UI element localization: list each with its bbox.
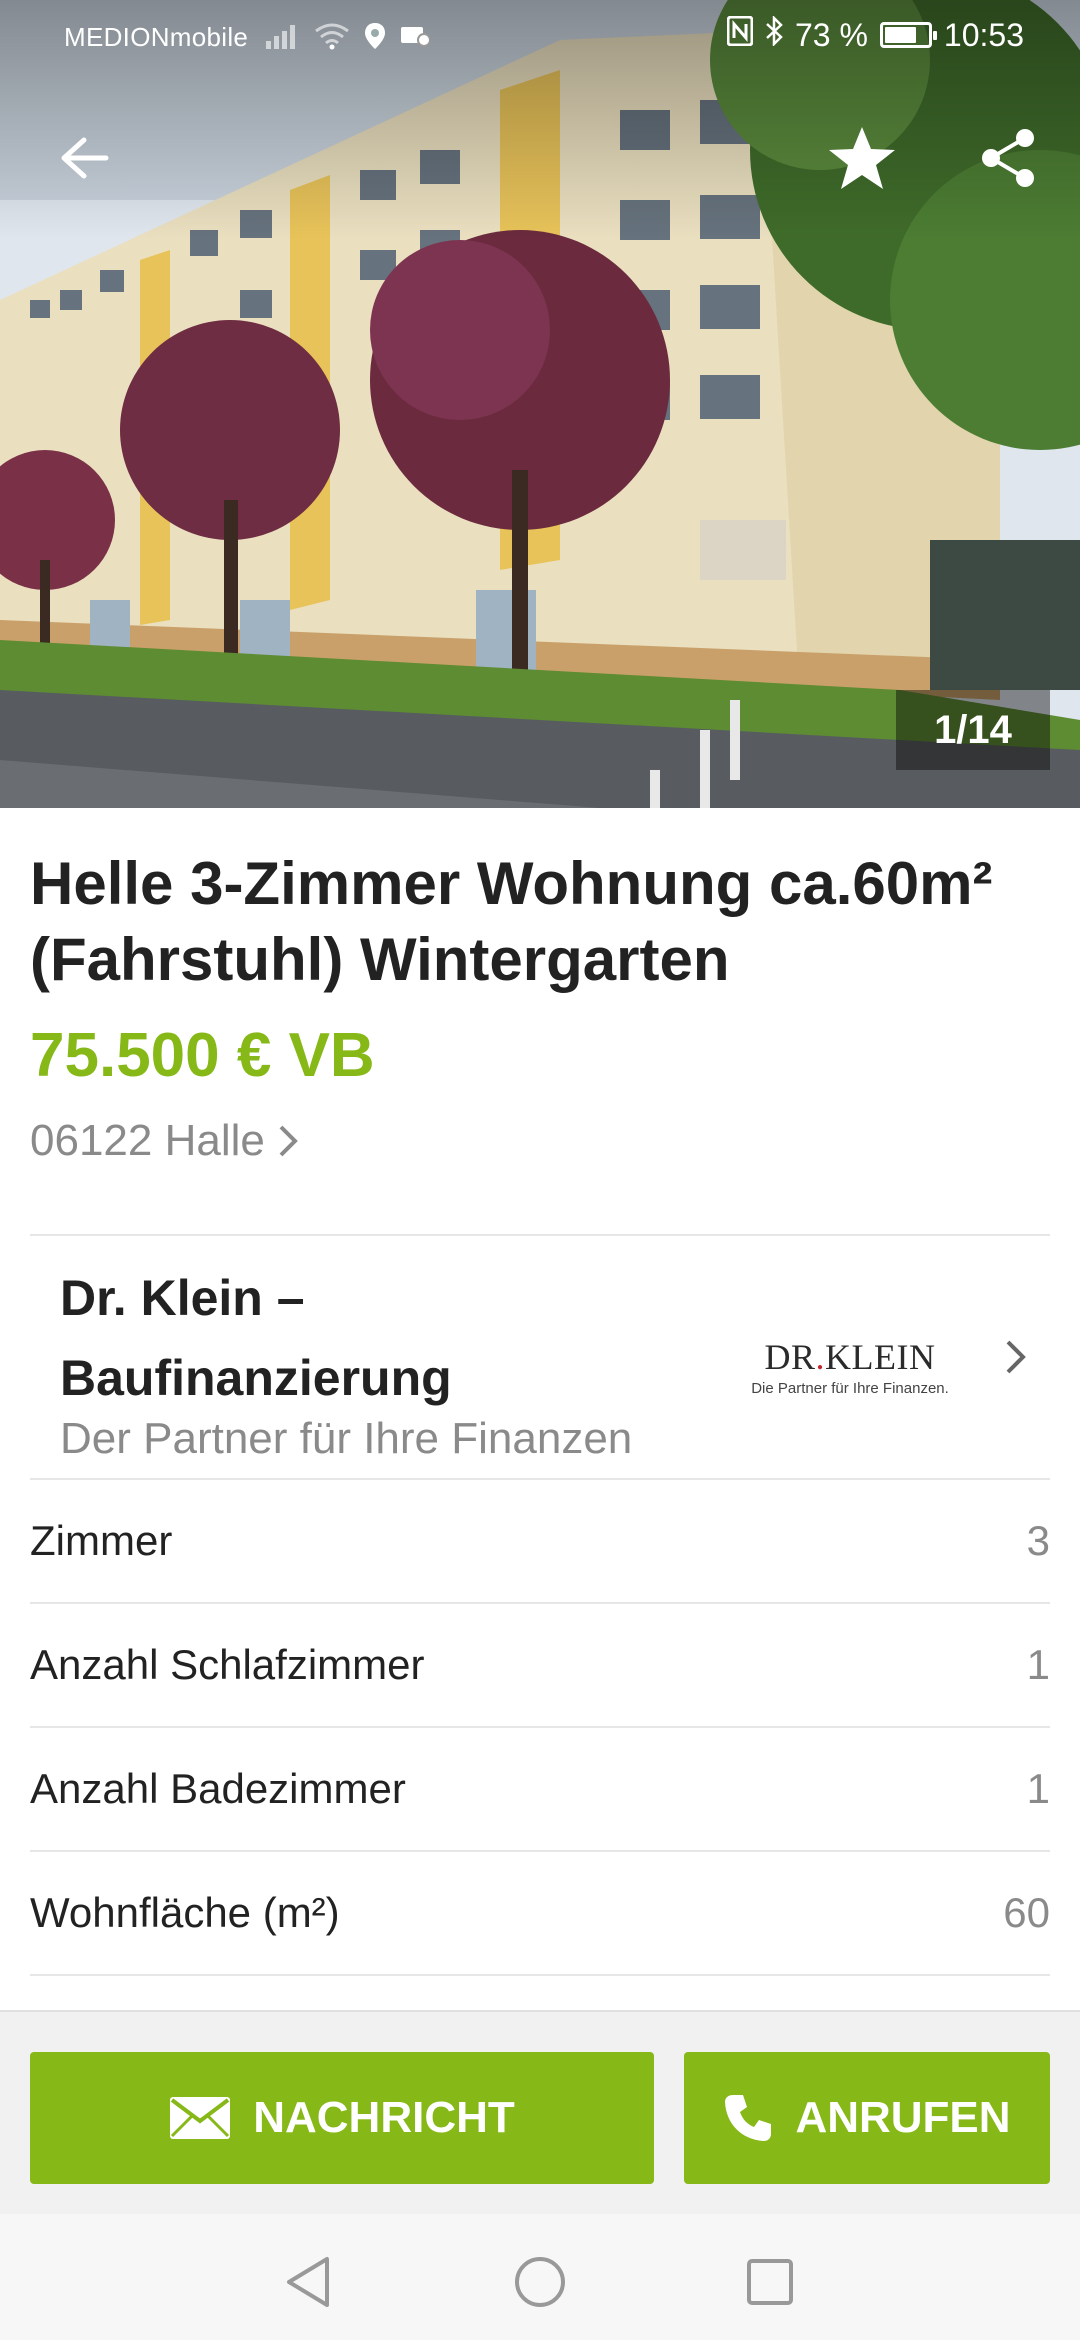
nav-recents-button[interactable] bbox=[730, 2242, 810, 2322]
ad-subtitle: Der Partner für Ihre Finanzen bbox=[60, 1414, 633, 1463]
attribute-label: Zimmer bbox=[30, 1517, 173, 1564]
sponsored-ad-dr-klein[interactable]: Dr. Klein – Baufinanzierung Der Partner … bbox=[30, 1236, 1050, 1480]
call-button-label: ANRUFEN bbox=[795, 2093, 1011, 2142]
ad-title: Dr. Klein – Baufinanzierung bbox=[60, 1270, 452, 1406]
nfc-icon bbox=[726, 15, 754, 54]
signal-icon bbox=[266, 23, 300, 56]
attribute-row-schlafzimmer: Anzahl Schlafzimmer 1 bbox=[30, 1604, 1050, 1728]
share-icon bbox=[982, 129, 1034, 187]
listing-photo-gallery[interactable]: MEDIONmobile 73 % 10:53 1/14 bbox=[0, 0, 1080, 808]
circle-home-icon bbox=[515, 2257, 565, 2307]
attribute-value: 3 bbox=[1026, 1517, 1050, 1564]
favorite-button[interactable] bbox=[822, 118, 902, 198]
dr-klein-logo: DR.KLEIN Die Partner für Ihre Finanzen. bbox=[751, 1337, 949, 1397]
bluetooth-icon bbox=[765, 14, 783, 54]
phone-icon bbox=[725, 2095, 772, 2141]
battery-icon bbox=[879, 22, 937, 48]
carrier-name: MEDIONmobile bbox=[64, 22, 249, 52]
attribute-row-zimmer: Zimmer 3 bbox=[30, 1480, 1050, 1604]
chevron-right-icon bbox=[279, 1125, 298, 1157]
nav-back-button[interactable] bbox=[268, 2242, 348, 2322]
attribute-label: Wohnfläche (m²) bbox=[30, 1889, 340, 1936]
attribute-label: Anzahl Schlafzimmer bbox=[30, 1641, 425, 1688]
battery-percent: 73 % bbox=[794, 16, 868, 53]
location-icon bbox=[364, 22, 386, 57]
attribute-value: 1 bbox=[1026, 1765, 1050, 1812]
chevron-right-icon bbox=[1006, 1340, 1026, 1374]
photo-counter: 1/14 bbox=[896, 690, 1050, 770]
share-button[interactable] bbox=[968, 118, 1048, 198]
attribute-value: 1 bbox=[1026, 1641, 1050, 1688]
envelope-icon bbox=[170, 2097, 231, 2139]
nav-home-button[interactable] bbox=[500, 2242, 580, 2322]
attribute-row-badezimmer: Anzahl Badezimmer 1 bbox=[30, 1728, 1050, 1852]
notification-icon bbox=[400, 24, 431, 55]
clock-time: 10:53 bbox=[943, 16, 1024, 53]
back-arrow-icon bbox=[61, 137, 109, 179]
status-bar: MEDIONmobile 73 % 10:53 bbox=[0, 0, 1080, 76]
listing-price: 75.500 € VB bbox=[30, 1021, 375, 1090]
message-button-label: NACHRICHT bbox=[253, 2093, 515, 2142]
attribute-label: Anzahl Badezimmer bbox=[30, 1765, 406, 1812]
message-button[interactable]: NACHRICHT bbox=[30, 2052, 654, 2184]
attribute-row-wohnflaeche: Wohnfläche (m²) 60 bbox=[30, 1852, 1050, 1976]
call-button[interactable]: ANRUFEN bbox=[684, 2052, 1050, 2184]
contact-action-bar: NACHRICHT ANRUFEN bbox=[0, 2010, 1080, 2216]
location-text: 06122 Halle bbox=[30, 1116, 265, 1165]
square-recents-icon bbox=[747, 2259, 793, 2305]
listing-title: Helle 3-Zimmer Wohnung ca.60m² (Fahrstuh… bbox=[30, 850, 993, 993]
wifi-icon bbox=[314, 22, 350, 57]
listing-location-link[interactable]: 06122 Halle bbox=[30, 1116, 299, 1166]
star-icon bbox=[829, 127, 895, 189]
triangle-back-icon bbox=[287, 2257, 329, 2307]
apartment-building-photo bbox=[0, 0, 1080, 808]
back-button[interactable] bbox=[44, 118, 124, 198]
system-navigation-bar bbox=[0, 2214, 1080, 2340]
attribute-value: 60 bbox=[1003, 1889, 1050, 1936]
